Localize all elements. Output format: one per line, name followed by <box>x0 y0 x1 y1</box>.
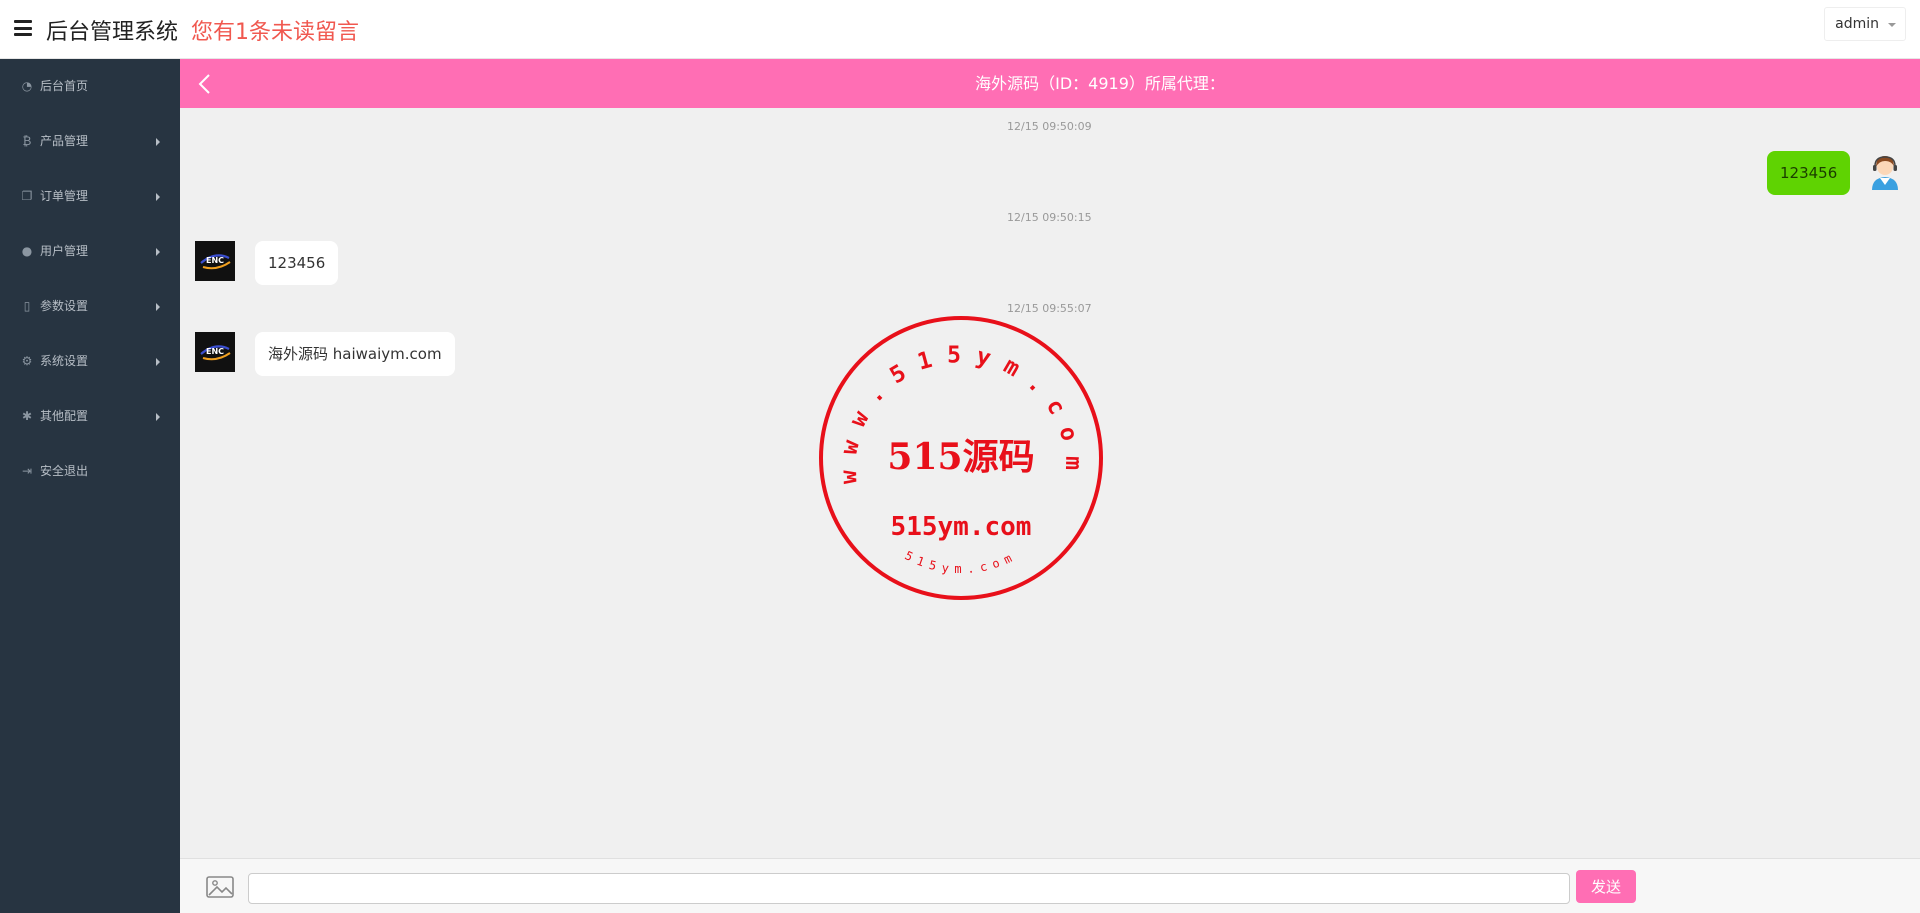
watermark-domain-text: 515ym.com <box>891 512 1032 542</box>
sidebar-item-system-settings[interactable]: ⚙ 系统设置 <box>0 334 180 389</box>
enc-avatar: ENC <box>195 241 235 281</box>
user-name: admin <box>1835 16 1879 32</box>
file-icon: ▯ <box>23 299 31 313</box>
message-bubble-self: 123456 <box>1767 151 1851 195</box>
caret-right-icon <box>156 413 160 421</box>
caret-right-icon <box>156 248 160 256</box>
message-timestamp: 12/15 09:50:15 <box>1007 211 1092 224</box>
sidebar: ◔ 后台首页 ₿ 产品管理 ❐ 订单管理 ● 用户管理 ▯ 参数设置 ⚙ 系统设置 ✱ 其他配… <box>0 59 180 913</box>
watermark-center-text: 515源码 <box>887 436 1034 478</box>
sidebar-item-home[interactable]: ◔ 后台首页 <box>0 59 180 114</box>
menu-toggle-icon[interactable] <box>14 20 32 36</box>
cogs-icon: ⚙ <box>21 354 33 368</box>
caret-right-icon <box>156 358 160 366</box>
customer-service-avatar <box>1872 156 1898 190</box>
gear-icon: ✱ <box>21 409 33 423</box>
message-bubble-other: 海外源码 haiwaiym.com <box>255 332 455 376</box>
caret-right-icon <box>156 193 160 201</box>
chat-title: 海外源码（ID：4919）所属代理： <box>975 74 1225 93</box>
message-timestamp: 12/15 09:50:09 <box>1007 120 1092 133</box>
sidebar-item-label: 系统设置 <box>40 354 89 368</box>
sidebar-item-label: 用户管理 <box>40 244 89 258</box>
unread-message-notice[interactable]: 您有1条未读留言 <box>191 14 359 46</box>
sign-out-icon: ⇥ <box>21 464 33 478</box>
enc-avatar: ENC <box>195 332 235 372</box>
caret-right-icon <box>156 303 160 311</box>
message-input-bar: 发送 <box>180 858 1920 913</box>
caret-right-icon <box>156 138 160 146</box>
sidebar-item-users[interactable]: ● 用户管理 <box>0 224 180 279</box>
user-dropdown[interactable]: admin <box>1824 7 1906 41</box>
user-icon: ● <box>21 244 33 258</box>
sidebar-item-label: 其他配置 <box>40 409 89 423</box>
send-button[interactable]: 发送 <box>1576 870 1636 903</box>
app-title: 后台管理系统 <box>46 20 179 45</box>
watermark-small-text: 515ym.com <box>903 548 1020 576</box>
sidebar-item-orders[interactable]: ❐ 订单管理 <box>0 169 180 224</box>
avatar-logo-text: ENC <box>206 256 224 265</box>
sidebar-item-logout[interactable]: ⇥ 安全退出 <box>0 444 180 499</box>
image-upload-icon[interactable] <box>206 876 234 898</box>
bitcoin-icon: ₿ <box>22 134 32 148</box>
sidebar-item-label: 安全退出 <box>40 464 89 478</box>
sidebar-item-params[interactable]: ▯ 参数设置 <box>0 279 180 334</box>
chat-header: 海外源码（ID：4919）所属代理： <box>180 59 1920 108</box>
watermark-stamp: www.515ym.com 515源码 515ym.com 515ym.com <box>819 316 1103 600</box>
avatar-logo-text: ENC <box>206 347 224 356</box>
message-bubble-other: 123456 <box>255 241 339 285</box>
dashboard-icon: ◔ <box>21 79 33 93</box>
chevron-down-icon <box>1888 23 1896 27</box>
sidebar-item-label: 参数设置 <box>40 299 89 313</box>
sidebar-item-label: 订单管理 <box>40 189 89 203</box>
sidebar-item-label: 产品管理 <box>40 134 89 148</box>
sidebar-item-products[interactable]: ₿ 产品管理 <box>0 114 180 169</box>
top-header: 后台管理系统 您有1条未读留言 admin <box>0 0 1920 59</box>
message-input[interactable] <box>248 873 1570 904</box>
sidebar-item-other-config[interactable]: ✱ 其他配置 <box>0 389 180 444</box>
sidebar-item-label: 后台首页 <box>40 79 89 93</box>
copy-icon: ❐ <box>21 189 33 203</box>
